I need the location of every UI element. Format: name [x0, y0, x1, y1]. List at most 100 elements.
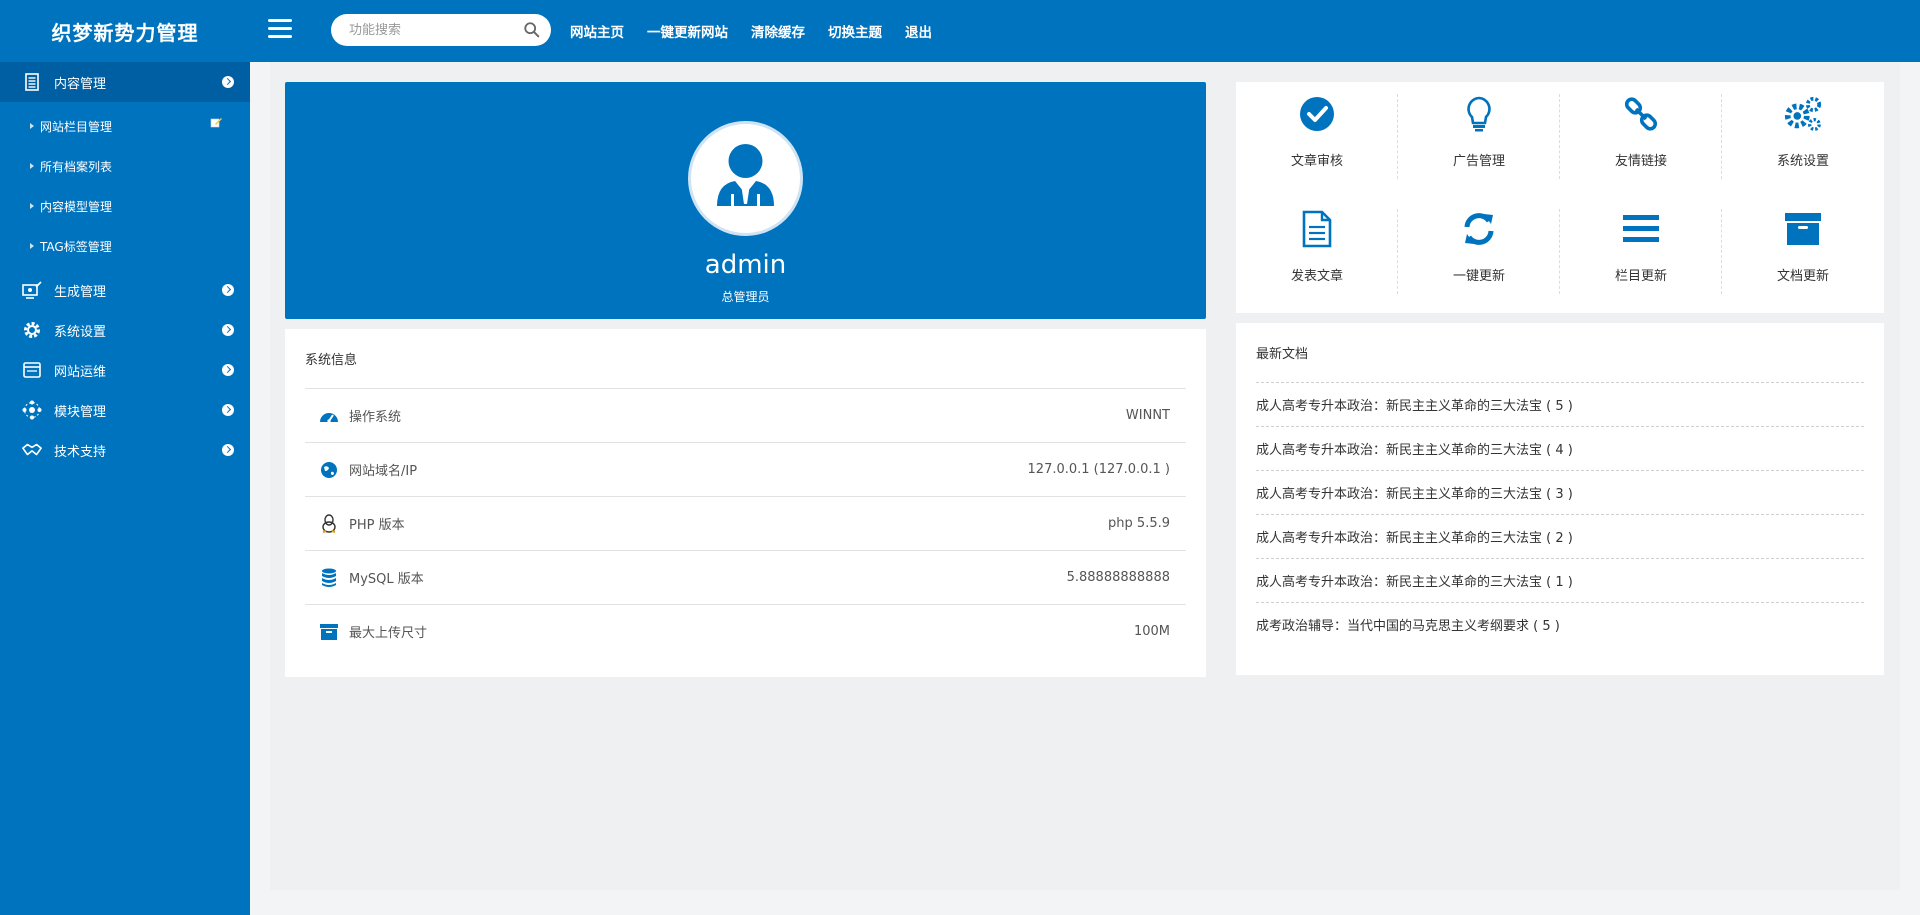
edit-icon[interactable] [210, 116, 222, 128]
gears-icon [1783, 94, 1823, 134]
sidebar-item-support[interactable]: 技术支持 [0, 430, 250, 470]
info-value: php 5.5.9 [1108, 516, 1170, 531]
sidebar-item-modules[interactable]: 模块管理 [0, 390, 250, 430]
card-title: 系统信息 [305, 353, 358, 368]
archive-icon [1783, 209, 1823, 249]
quick-action-settings[interactable]: 系统设置 [1722, 82, 1884, 178]
file-text-icon [1297, 209, 1337, 249]
chevron-right-icon [222, 324, 234, 336]
avatar [688, 121, 803, 236]
sidebar-item-label: 网站运维 [54, 364, 107, 380]
quick-action-doc-update[interactable]: 文档更新 [1722, 197, 1884, 293]
quick-actions-panel: 文章审核 广告管理 友情链接 系统设置 发表文章 一键更新 栏目更新 文档更新 [1236, 82, 1884, 313]
sidebar-item-generate[interactable]: 生成管理 [0, 270, 250, 310]
latest-docs-list: 成人高考专升本政治：新民主主义革命的三大法宝 ( 5 ) 成人高考专升本政治：新… [1256, 382, 1864, 646]
table-row: 网站域名/IP 127.0.0.1 (127.0.0.1 ) [305, 442, 1186, 496]
info-label: PHP 版本 [349, 518, 405, 533]
quick-action-column-update[interactable]: 栏目更新 [1560, 197, 1722, 294]
quick-action-ads[interactable]: 广告管理 [1398, 82, 1560, 179]
submenu-item-label: 内容模型管理 [40, 199, 113, 214]
link-icon [1621, 94, 1661, 134]
document-icon [22, 72, 42, 92]
nav-update-site-link[interactable]: 一键更新网站 [647, 21, 728, 41]
info-value: 100M [1133, 624, 1170, 639]
info-value: 5.88888888888 [1066, 570, 1170, 585]
quick-action-update-all[interactable]: 一键更新 [1398, 197, 1560, 294]
lightbulb-icon [1459, 94, 1499, 134]
search-input[interactable] [349, 14, 519, 46]
info-label: MySQL 版本 [349, 572, 424, 587]
gear-icon [22, 320, 42, 340]
chevron-right-icon [222, 76, 234, 88]
nav-logout-link[interactable]: 退出 [905, 21, 932, 41]
system-info-card: 系统信息 操作系统 WINNT 网站域名/IP 127.0.0.1 (127.0… [285, 329, 1206, 677]
bars-icon [1621, 209, 1661, 249]
submenu-item-models[interactable]: 内容模型管理 [0, 186, 250, 226]
list-item[interactable]: 成考政治辅导：当代中国的马克思主义考纲要求 ( 5 ) [1256, 602, 1864, 646]
menu-toggle-icon[interactable] [268, 19, 292, 39]
chevron-right-icon [222, 444, 234, 456]
list-item[interactable]: 成人高考专升本政治：新民主主义革命的三大法宝 ( 2 ) [1256, 514, 1864, 558]
top-header: 织梦新势力管理 网站主页 一键更新网站 清除缓存 切换主题 退出 [0, 0, 1920, 62]
list-item[interactable]: 成人高考专升本政治：新民主主义革命的三大法宝 ( 4 ) [1256, 426, 1864, 470]
quick-action-label: 文档更新 [1776, 269, 1829, 284]
quick-action-label: 广告管理 [1452, 154, 1505, 169]
list-item[interactable]: 成人高考专升本政治：新民主主义革命的三大法宝 ( 5 ) [1256, 382, 1864, 426]
list-item[interactable]: 成人高考专升本政治：新民主主义革命的三大法宝 ( 1 ) [1256, 558, 1864, 602]
sidebar-item-content[interactable]: 内容管理 [0, 62, 250, 102]
nav-clear-cache-link[interactable]: 清除缓存 [751, 21, 805, 41]
chevron-right-icon [222, 364, 234, 376]
sidebar-item-settings[interactable]: 系统设置 [0, 310, 250, 350]
window-icon [22, 360, 42, 380]
chevron-right-icon [222, 284, 234, 296]
sidebar: 内容管理 网站栏目管理 所有档案列表 内容模型管理 TAG标签管理 生成管理 系… [0, 62, 250, 915]
database-icon [319, 568, 339, 588]
profile-card: admin 总管理员 [285, 82, 1206, 319]
search-icon[interactable] [523, 21, 541, 39]
quick-action-label: 发表文章 [1290, 269, 1343, 284]
info-value: 127.0.0.1 (127.0.0.1 ) [1027, 462, 1170, 477]
submenu-item-label: 网站栏目管理 [40, 119, 113, 134]
sidebar-item-label: 内容管理 [54, 76, 107, 92]
table-row: 操作系统 WINNT [305, 388, 1186, 442]
handshake-icon [22, 440, 42, 460]
quick-action-label: 栏目更新 [1614, 269, 1667, 284]
info-label: 最大上传尺寸 [349, 626, 428, 641]
sidebar-item-label: 技术支持 [54, 444, 107, 460]
search-box [331, 14, 551, 46]
modules-icon [22, 400, 42, 420]
user-icon [717, 144, 774, 206]
nav-switch-theme-link[interactable]: 切换主题 [828, 21, 882, 41]
submenu-item-archives[interactable]: 所有档案列表 [0, 146, 250, 186]
system-info-table: 操作系统 WINNT 网站域名/IP 127.0.0.1 (127.0.0.1 … [305, 388, 1186, 658]
dashboard-icon [319, 406, 339, 426]
sidebar-item-ops[interactable]: 网站运维 [0, 350, 250, 390]
quick-action-label: 友情链接 [1614, 154, 1667, 169]
linux-icon [319, 513, 339, 534]
quick-action-links[interactable]: 友情链接 [1560, 82, 1722, 179]
app-logo-title: 织梦新势力管理 [51, 20, 199, 45]
list-item[interactable]: 成人高考专升本政治：新民主主义革命的三大法宝 ( 3 ) [1256, 470, 1864, 514]
archive-box-icon [319, 622, 339, 642]
quick-action-article-review[interactable]: 文章审核 [1236, 82, 1398, 179]
quick-action-publish[interactable]: 发表文章 [1236, 197, 1398, 294]
profile-role: 总管理员 [721, 290, 770, 304]
top-nav: 网站主页 一键更新网站 清除缓存 切换主题 退出 [570, 0, 955, 62]
sidebar-item-label: 生成管理 [54, 284, 107, 300]
sidebar-item-label: 模块管理 [54, 404, 107, 420]
globe-icon [319, 460, 339, 480]
submenu-item-label: 所有档案列表 [40, 159, 113, 174]
table-row: 最大上传尺寸 100M [305, 604, 1186, 658]
table-row: MySQL 版本 5.88888888888 [305, 550, 1186, 604]
nav-home-link[interactable]: 网站主页 [570, 21, 624, 41]
latest-docs-card: 最新文档 成人高考专升本政治：新民主主义革命的三大法宝 ( 5 ) 成人高考专升… [1236, 323, 1884, 675]
profile-username: admin [704, 250, 787, 280]
generate-icon [22, 280, 42, 300]
table-row: PHP 版本 php 5.5.9 [305, 496, 1186, 550]
submenu-item-tags[interactable]: TAG标签管理 [0, 226, 250, 266]
quick-action-label: 一键更新 [1452, 269, 1505, 284]
card-title: 最新文档 [1256, 347, 1309, 362]
chevron-right-icon [222, 404, 234, 416]
info-value: WINNT [1125, 408, 1170, 423]
submenu-item-label: TAG标签管理 [40, 239, 112, 254]
